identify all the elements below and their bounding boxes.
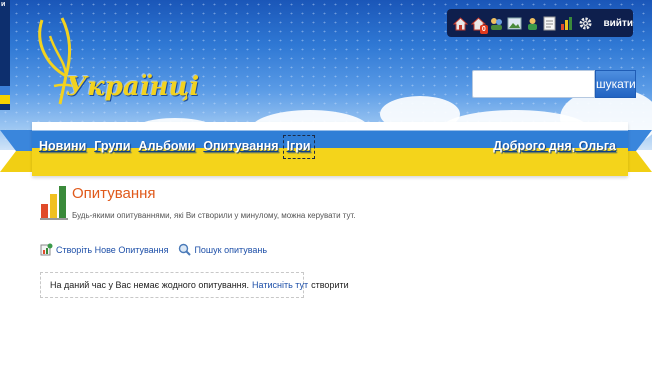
home-icon[interactable] (453, 14, 469, 32)
stats-icon[interactable] (560, 14, 576, 32)
page-description: Будь-якими опитуваннями, які Ви створили… (72, 211, 356, 220)
magnifier-icon (179, 243, 192, 256)
left-side-strip: и (0, 0, 10, 110)
logout-link[interactable]: вийти (604, 18, 634, 29)
main-nav: Новини Групи Альбоми Опитування Ігри (38, 135, 315, 159)
users-icon[interactable] (489, 14, 505, 32)
search-polls-button[interactable]: Пошук опитувань (178, 243, 267, 256)
search-polls-label: Пошук опитувань (194, 244, 268, 255)
friends-badge: 0 (479, 25, 488, 34)
create-poll-button[interactable]: Створіть Нове Опитування (40, 243, 168, 256)
user-toolbar: 0 вийти (447, 9, 633, 37)
notifications-icon[interactable] (524, 14, 540, 32)
notes-icon[interactable] (542, 14, 558, 32)
create-poll-link[interactable]: Натисніть тут (252, 280, 308, 290)
search-button[interactable]: шукати (595, 70, 636, 98)
friends-icon[interactable]: 0 (471, 14, 488, 34)
logo-text: Українці (66, 72, 200, 102)
nav-item-albums[interactable]: Альбоми (138, 138, 197, 156)
nav-item-games[interactable]: Ігри (282, 135, 315, 159)
page-title: Опитування (72, 185, 156, 202)
nav-item-polls[interactable]: Опитування (202, 138, 279, 156)
create-poll-label: Створіть Нове Опитування (56, 244, 169, 255)
photo-icon[interactable] (506, 14, 522, 32)
user-greeting[interactable]: Доброго дня, Ольга (493, 138, 616, 154)
search-input[interactable] (472, 70, 595, 98)
flag-stripe (0, 86, 10, 104)
empty-polls-notice: На даний час у Вас немає жодного опитува… (40, 272, 349, 298)
gear-icon[interactable] (578, 14, 594, 32)
nav-item-news[interactable]: Новини (38, 138, 87, 156)
site-logo[interactable]: Українці (26, 14, 199, 114)
polls-chart-icon (40, 186, 68, 220)
poll-actions: Створіть Нове Опитування Пошук опитувань (40, 243, 267, 256)
nav-item-groups[interactable]: Групи (93, 138, 131, 156)
notice-text: На даний час у Вас немає жодного опитува… (50, 280, 250, 290)
notice-text-after: створити (311, 280, 349, 290)
left-strip-text: и (1, 1, 6, 8)
add-poll-icon (40, 243, 53, 256)
